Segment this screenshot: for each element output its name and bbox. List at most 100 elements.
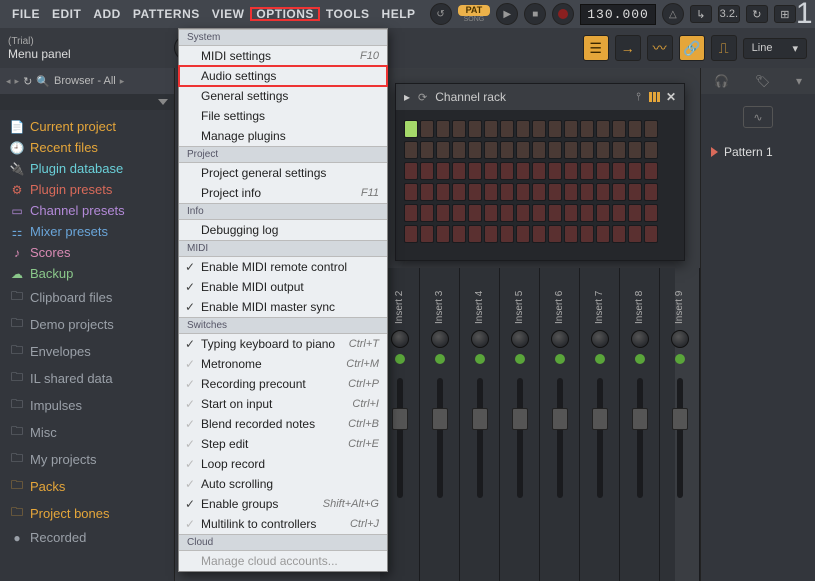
step-cell[interactable]: [420, 141, 434, 159]
menu-item[interactable]: Audio settings: [179, 66, 387, 86]
step-cell[interactable]: [564, 162, 578, 180]
step-cell[interactable]: [532, 162, 546, 180]
step-cell[interactable]: [404, 204, 418, 222]
close-icon[interactable]: ✕: [666, 90, 676, 104]
step-cell[interactable]: [548, 120, 562, 138]
step-cell[interactable]: [484, 120, 498, 138]
step-cell[interactable]: [612, 183, 626, 201]
mixer-insert[interactable]: Insert 7: [580, 268, 620, 581]
step-cell[interactable]: [580, 120, 594, 138]
menu-view[interactable]: VIEW: [206, 7, 251, 21]
step-cell[interactable]: [436, 162, 450, 180]
step-cell[interactable]: [468, 183, 482, 201]
volume-fader[interactable]: [437, 378, 443, 498]
menu-item[interactable]: Manage plugins: [179, 126, 387, 146]
step-cell[interactable]: [548, 183, 562, 201]
mute-led[interactable]: [555, 354, 565, 364]
step-cell[interactable]: [548, 162, 562, 180]
step-cell[interactable]: [596, 162, 610, 180]
step-cell[interactable]: [436, 141, 450, 159]
step-cell[interactable]: [468, 204, 482, 222]
step-cell[interactable]: [436, 225, 450, 243]
step-cell[interactable]: [644, 120, 658, 138]
mute-led[interactable]: [675, 354, 685, 364]
step-cell[interactable]: [468, 120, 482, 138]
mute-led[interactable]: [595, 354, 605, 364]
step-cell[interactable]: [404, 141, 418, 159]
step-cell[interactable]: [452, 162, 466, 180]
browser-item[interactable]: ⚙Plugin presets: [4, 179, 170, 200]
pan-knob[interactable]: [511, 330, 529, 348]
record-button[interactable]: [552, 3, 574, 25]
view-mixer-button[interactable]: ⎍: [711, 35, 737, 61]
tag-icon[interactable]: 🏷: [755, 74, 770, 88]
browser-item[interactable]: ♪Scores: [4, 242, 170, 263]
step-cell[interactable]: [404, 120, 418, 138]
menu-options[interactable]: OPTIONS: [250, 7, 320, 21]
menu-item[interactable]: Loop record: [179, 454, 387, 474]
loop-rec-button[interactable]: ↻: [746, 5, 768, 23]
song-mode-label[interactable]: SONG: [464, 16, 485, 23]
menu-item[interactable]: MIDI settingsF10: [179, 46, 387, 66]
step-cell[interactable]: [420, 183, 434, 201]
step-sequencer-grid[interactable]: [396, 110, 684, 260]
step-cell[interactable]: [404, 225, 418, 243]
step-cell[interactable]: [452, 141, 466, 159]
menu-item[interactable]: Project general settings: [179, 163, 387, 183]
browser-item[interactable]: 🗀My projects: [4, 446, 170, 473]
step-cell[interactable]: [484, 141, 498, 159]
step-cell[interactable]: [484, 204, 498, 222]
menu-item[interactable]: Multilink to controllersCtrl+J: [179, 514, 387, 534]
menu-tools[interactable]: TOOLS: [320, 7, 376, 21]
volume-fader[interactable]: [517, 378, 523, 498]
menu-item[interactable]: Enable groupsShift+Alt+G: [179, 494, 387, 514]
browser-item[interactable]: 🗀Demo projects: [4, 311, 170, 338]
browser-item[interactable]: ☁Backup: [4, 263, 170, 284]
menu-item[interactable]: Blend recorded notesCtrl+B: [179, 414, 387, 434]
browser-item[interactable]: 🕘Recent files: [4, 137, 170, 158]
mixer-insert[interactable]: Insert 3: [420, 268, 460, 581]
menu-item[interactable]: Debugging log: [179, 220, 387, 240]
overdub-button[interactable]: 3.2.: [718, 5, 740, 23]
step-cell[interactable]: [532, 204, 546, 222]
menu-item[interactable]: File settings: [179, 106, 387, 126]
pan-knob[interactable]: [591, 330, 609, 348]
step-cell[interactable]: [564, 204, 578, 222]
step-cell[interactable]: [436, 120, 450, 138]
step-cell[interactable]: [628, 183, 642, 201]
browser-item[interactable]: 🔌Plugin database: [4, 158, 170, 179]
step-cell[interactable]: [564, 225, 578, 243]
step-cell[interactable]: [644, 225, 658, 243]
step-cell[interactable]: [436, 204, 450, 222]
step-cell[interactable]: [404, 162, 418, 180]
graph-icon[interactable]: ⫯: [634, 91, 643, 104]
step-cell[interactable]: [548, 204, 562, 222]
mute-led[interactable]: [515, 354, 525, 364]
menu-item[interactable]: Enable MIDI remote control: [179, 257, 387, 277]
step-cell[interactable]: [580, 162, 594, 180]
browser-item[interactable]: 🗀IL shared data: [4, 365, 170, 392]
volume-fader[interactable]: [397, 378, 403, 498]
menu-item[interactable]: Enable MIDI master sync: [179, 297, 387, 317]
step-cell[interactable]: [500, 225, 514, 243]
menu-item[interactable]: Enable MIDI output: [179, 277, 387, 297]
mute-led[interactable]: [435, 354, 445, 364]
pattern-mode-button[interactable]: PAT: [458, 5, 491, 16]
view-playlist-button[interactable]: ☰: [583, 35, 609, 61]
song-position-display[interactable]: 1:01:: [796, 0, 815, 31]
step-cell[interactable]: [644, 204, 658, 222]
step-cell[interactable]: [484, 162, 498, 180]
step-edit-button[interactable]: ⊞: [774, 5, 796, 23]
step-cell[interactable]: [452, 183, 466, 201]
step-cell[interactable]: [500, 162, 514, 180]
browser-item[interactable]: 📄Current project: [4, 116, 170, 137]
step-cell[interactable]: [596, 183, 610, 201]
step-cell[interactable]: [612, 120, 626, 138]
pan-knob[interactable]: [391, 330, 409, 348]
browser-item[interactable]: 🗀Project bones: [4, 500, 170, 527]
step-cell[interactable]: [580, 225, 594, 243]
browser-item[interactable]: ▭Channel presets: [4, 200, 170, 221]
menu-item[interactable]: Typing keyboard to pianoCtrl+T: [179, 334, 387, 354]
step-cell[interactable]: [404, 183, 418, 201]
pan-knob[interactable]: [671, 330, 689, 348]
